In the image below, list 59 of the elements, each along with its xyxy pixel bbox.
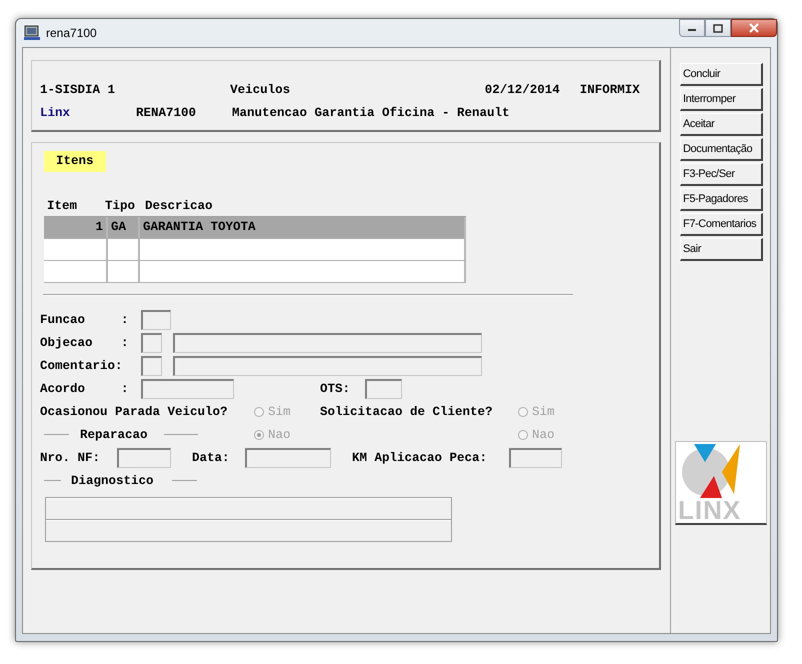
action-button[interactable]: F7-Comentarios [680, 213, 763, 236]
field-label: Solicitacao de Cliente? [320, 404, 494, 418]
action-button[interactable]: Documentação [680, 138, 763, 161]
action-button[interactable]: Interromper [680, 88, 763, 111]
input-field[interactable] [141, 310, 171, 330]
field-label: Data: [192, 450, 231, 464]
action-button[interactable]: F5-Pagadores [680, 188, 763, 211]
table-cell: GA [111, 220, 126, 234]
column-header: Item [47, 199, 78, 213]
terminal-icon [24, 25, 40, 41]
table-cell: 1 [95, 220, 103, 234]
input-field[interactable] [141, 332, 162, 352]
field-label: : [121, 382, 130, 396]
table-row[interactable]: 1 GA GARANTIA TOYOTA [44, 217, 466, 239]
field-label: Ocasionou Parada Veiculo? [40, 404, 229, 418]
input-field[interactable] [245, 448, 331, 468]
field-label: OTS: [320, 382, 352, 396]
window-title: rena7100 [46, 26, 97, 40]
action-button[interactable]: Aceitar [680, 113, 763, 136]
action-button[interactable]: Concluir [680, 63, 763, 86]
input-field[interactable] [173, 356, 482, 376]
field-label: Funcao [40, 312, 86, 326]
field-label: : [121, 336, 130, 350]
field-label: Nro. NF: [40, 450, 102, 464]
table-row[interactable] [44, 261, 466, 283]
text-area[interactable] [45, 497, 452, 542]
input-field[interactable] [117, 448, 171, 468]
input-field[interactable] [173, 332, 482, 352]
header-text: 1-SISDIA 1 [40, 83, 116, 99]
table-cell: GARANTIA TOYOTA [143, 220, 256, 234]
input-field[interactable] [141, 356, 162, 376]
minimize-button[interactable] [679, 19, 705, 37]
header-text: INFORMIX [580, 83, 641, 99]
header-text: RENA7100 [136, 106, 198, 122]
column-header: Tipo [105, 199, 136, 213]
close-button[interactable] [731, 19, 777, 37]
input-field[interactable] [141, 378, 234, 398]
section-tag: Itens [44, 151, 106, 172]
field-label: Objecao [40, 336, 94, 350]
header-text: 02/12/2014 [484, 83, 561, 99]
field-label: Acordo [40, 382, 86, 396]
maximize-button[interactable] [705, 19, 731, 37]
table-row[interactable] [44, 239, 466, 261]
input-field[interactable] [365, 378, 402, 398]
input-field[interactable] [509, 448, 562, 468]
column-header: Descricao [145, 199, 214, 213]
field-label: Comentario: [40, 358, 124, 372]
action-button[interactable]: F3-Pec/Ser [680, 163, 763, 186]
header-text: Manutencao Garantia Oficina - Renault [232, 106, 511, 122]
group-title: Diagnostico [71, 474, 155, 488]
group-title: Reparacao [80, 428, 149, 442]
logo-text: LINX [678, 497, 742, 523]
action-button[interactable]: Sair [680, 238, 763, 261]
field-label: KM Aplicacao Peca: [352, 450, 488, 464]
close-icon [748, 23, 760, 33]
header-text: Linx [40, 106, 72, 122]
header-text: Veiculos [230, 83, 292, 99]
maximize-icon [713, 24, 723, 32]
field-label: : [121, 312, 130, 326]
